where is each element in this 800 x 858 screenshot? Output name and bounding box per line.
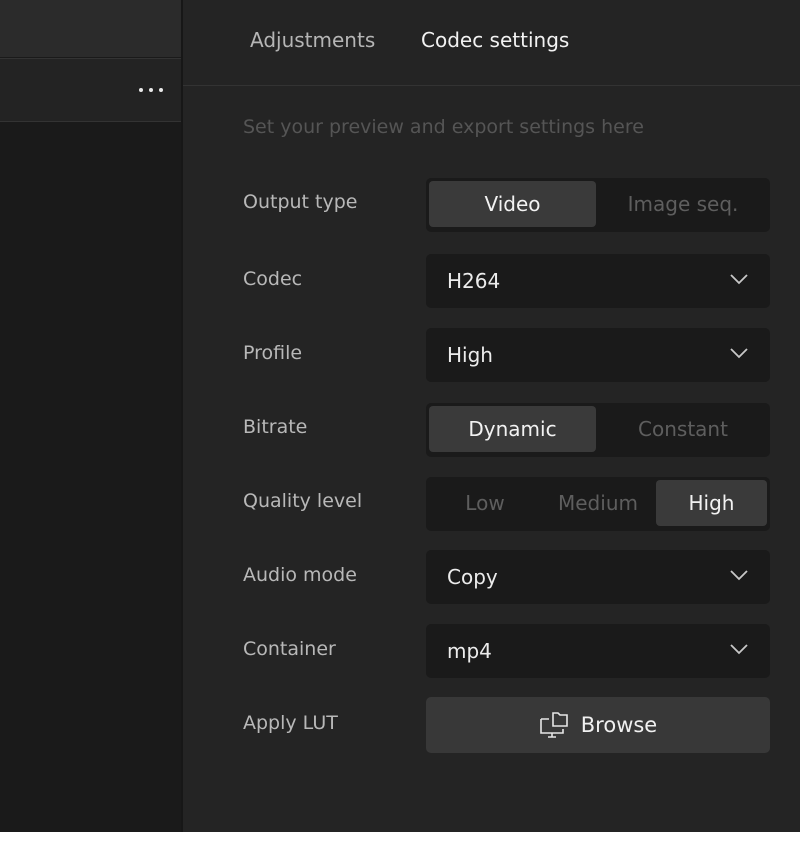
audio-mode-select[interactable]: Copy <box>426 550 770 604</box>
chevron-down-icon <box>730 570 748 581</box>
codec-value: H264 <box>447 269 501 293</box>
dot <box>139 88 143 92</box>
chevron-down-icon <box>730 274 748 285</box>
quality-high-option[interactable]: High <box>656 480 767 526</box>
bitrate-dynamic-option[interactable]: Dynamic <box>429 406 596 452</box>
profile-value: High <box>447 343 493 367</box>
left-pane <box>0 0 181 832</box>
apply-lut-label: Apply LUT <box>243 712 338 734</box>
audio-mode-label: Audio mode <box>243 564 357 586</box>
left-header <box>0 0 181 57</box>
container-value: mp4 <box>447 639 492 663</box>
chevron-down-icon <box>730 644 748 655</box>
bitrate-toggle: Dynamic Constant <box>426 403 770 457</box>
profile-select[interactable]: High <box>426 328 770 382</box>
codec-label: Codec <box>243 268 303 290</box>
panel-hint: Set your preview and export settings her… <box>243 116 644 138</box>
dot <box>159 88 163 92</box>
quality-level-label: Quality level <box>243 490 363 512</box>
output-type-video-option[interactable]: Video <box>429 181 596 227</box>
output-type-image-seq-option[interactable]: Image seq. <box>599 181 767 227</box>
more-options-icon[interactable] <box>139 81 163 99</box>
left-toolbar <box>0 58 181 122</box>
quality-level-toggle: Low Medium High <box>426 477 770 531</box>
dot <box>149 88 153 92</box>
codec-select[interactable]: H264 <box>426 254 770 308</box>
quality-low-option[interactable]: Low <box>429 480 541 526</box>
app-window: Adjustments Codec settings Set your prev… <box>0 0 800 832</box>
profile-label: Profile <box>243 342 303 364</box>
audio-mode-value: Copy <box>447 565 498 589</box>
chevron-down-icon <box>730 348 748 359</box>
bitrate-constant-option[interactable]: Constant <box>599 406 767 452</box>
container-select[interactable]: mp4 <box>426 624 770 678</box>
browse-button[interactable]: Browse <box>426 697 770 753</box>
browse-button-label: Browse <box>580 713 658 737</box>
browse-folder-monitor-icon <box>539 712 568 738</box>
tab-codec-settings[interactable]: Codec settings <box>421 28 569 52</box>
tab-bar: Adjustments Codec settings <box>183 0 800 86</box>
tab-adjustments[interactable]: Adjustments <box>250 28 375 52</box>
container-label: Container <box>243 638 336 660</box>
quality-medium-option[interactable]: Medium <box>542 480 654 526</box>
output-type-label: Output type <box>243 191 358 213</box>
settings-panel: Adjustments Codec settings Set your prev… <box>183 0 800 832</box>
output-type-toggle: Video Image seq. <box>426 178 770 232</box>
bitrate-label: Bitrate <box>243 416 308 438</box>
